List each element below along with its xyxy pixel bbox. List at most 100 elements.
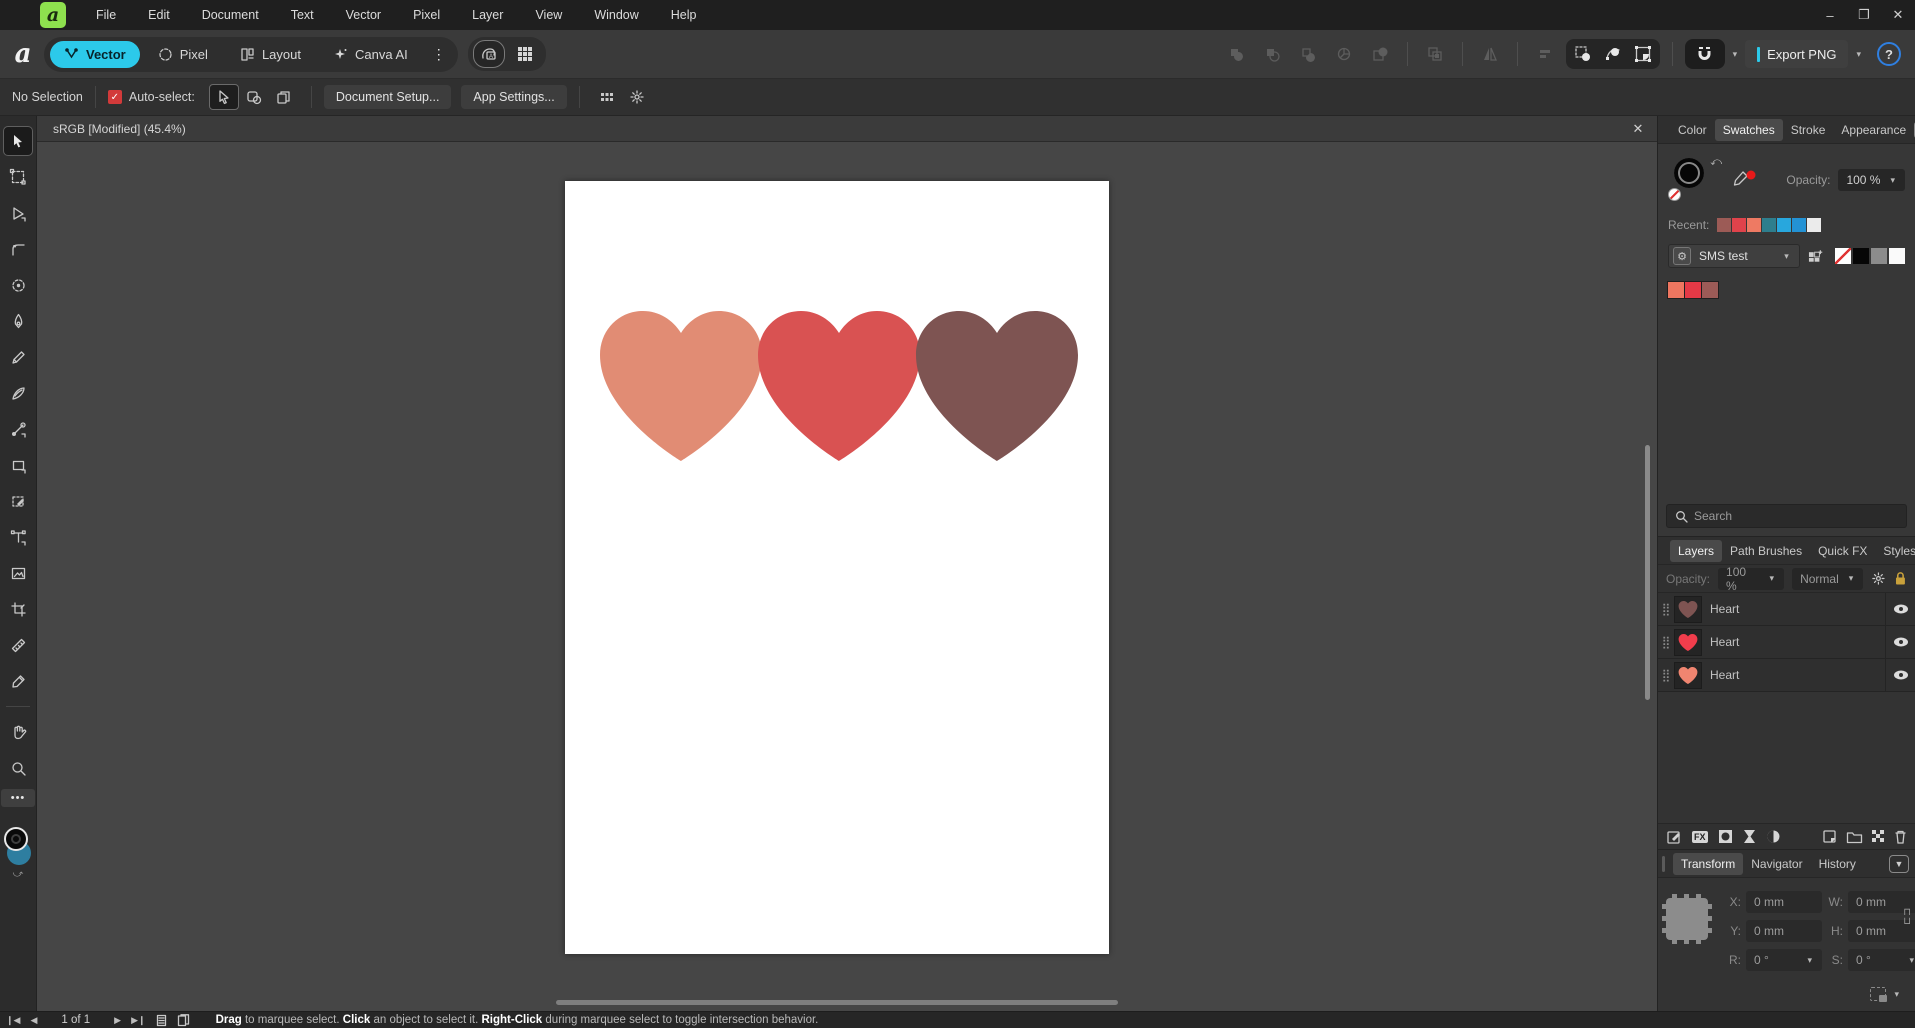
flip-icon[interactable] bbox=[1475, 41, 1505, 67]
stroke-color-well[interactable] bbox=[4, 827, 28, 851]
layer-visibility-toggle[interactable] bbox=[1885, 659, 1915, 691]
boolean-add-icon[interactable] bbox=[1221, 41, 1251, 67]
select-nodes-icon[interactable] bbox=[1598, 41, 1628, 67]
menu-document[interactable]: Document bbox=[186, 0, 275, 30]
pen-tool[interactable] bbox=[3, 306, 33, 336]
vertical-scrollbar[interactable] bbox=[1645, 445, 1650, 700]
tab-transform[interactable]: Transform bbox=[1673, 853, 1743, 875]
boolean-combine-icon[interactable] bbox=[1365, 41, 1395, 67]
recent-chip[interactable] bbox=[1762, 218, 1776, 232]
boolean-subtract-icon[interactable] bbox=[1257, 41, 1287, 67]
new-layer-icon[interactable] bbox=[1822, 829, 1838, 844]
menu-window[interactable]: Window bbox=[578, 0, 654, 30]
palette-swatch[interactable] bbox=[1685, 282, 1701, 298]
persona-vector[interactable]: Vector bbox=[50, 41, 140, 68]
node-tool[interactable] bbox=[3, 198, 33, 228]
lock-icon[interactable] bbox=[1894, 571, 1907, 586]
pages-view-icon[interactable] bbox=[156, 1014, 167, 1027]
tab-swatches[interactable]: Swatches bbox=[1715, 119, 1783, 141]
adjustment-icon[interactable] bbox=[1743, 829, 1756, 844]
palette-swatch[interactable] bbox=[1702, 282, 1718, 298]
anchor-selector[interactable] bbox=[1666, 898, 1708, 940]
recent-chip[interactable] bbox=[1792, 218, 1806, 232]
tab-navigator[interactable]: Navigator bbox=[1743, 853, 1810, 875]
snapping-options-chevron[interactable]: ▾ bbox=[1731, 49, 1740, 60]
tab-appearance[interactable]: Appearance bbox=[1833, 119, 1914, 141]
app-settings-button[interactable]: App Settings... bbox=[461, 85, 566, 109]
persona-canva-ai[interactable]: Canva AI bbox=[319, 41, 422, 68]
settings-gear-button[interactable] bbox=[622, 84, 652, 110]
layer-row[interactable]: ⣿ Heart bbox=[1658, 593, 1915, 626]
next-page-button[interactable]: ▶ bbox=[114, 1015, 121, 1026]
hand-tool[interactable] bbox=[3, 717, 33, 747]
corner-tool[interactable] bbox=[3, 234, 33, 264]
select-object-icon[interactable] bbox=[1568, 41, 1598, 67]
transform-origin-icon[interactable] bbox=[1870, 987, 1886, 1001]
menu-view[interactable]: View bbox=[519, 0, 578, 30]
recent-chip[interactable] bbox=[1807, 218, 1821, 232]
no-color-chip[interactable] bbox=[1668, 188, 1681, 201]
layer-drag-handle-icon[interactable]: ⣿ bbox=[1658, 602, 1674, 616]
grid-options-button[interactable] bbox=[592, 84, 622, 110]
y-field[interactable]: 0 mm bbox=[1746, 920, 1822, 942]
layer-opacity-dropdown[interactable]: 100 % ▾ bbox=[1718, 568, 1784, 590]
persona-pixel[interactable]: Pixel bbox=[144, 41, 222, 68]
link-dimensions-icon[interactable]: ⊓⊔ bbox=[1903, 908, 1911, 926]
recent-chip[interactable] bbox=[1747, 218, 1761, 232]
select-copy-button[interactable] bbox=[269, 84, 299, 110]
layer-thumbnail[interactable] bbox=[1674, 596, 1702, 623]
fx-icon[interactable]: FX bbox=[1692, 831, 1708, 843]
cursor-mode-button[interactable] bbox=[209, 84, 239, 110]
gray-swatch[interactable] bbox=[1871, 248, 1887, 264]
swatch-search-field[interactable]: Search bbox=[1666, 504, 1907, 528]
canvas-area[interactable]: sRGB [Modified] (45.4%) ✕ bbox=[37, 116, 1657, 1011]
menu-help[interactable]: Help bbox=[655, 0, 713, 30]
select-box-icon[interactable] bbox=[1628, 41, 1658, 67]
tab-stroke[interactable]: Stroke bbox=[1783, 119, 1834, 141]
rectangle-tool[interactable] bbox=[3, 450, 33, 480]
close-button[interactable]: ✕ bbox=[1881, 0, 1915, 30]
layer-thumbnail[interactable] bbox=[1674, 629, 1702, 656]
move-tool[interactable] bbox=[3, 126, 33, 156]
persona-layout[interactable]: Layout bbox=[226, 41, 315, 68]
swap-colors-icon[interactable]: ⤻ bbox=[13, 869, 24, 880]
restore-button[interactable]: ❐ bbox=[1847, 0, 1881, 30]
recent-chip[interactable] bbox=[1777, 218, 1791, 232]
color-picker-tool[interactable] bbox=[3, 666, 33, 696]
crop-tool[interactable] bbox=[3, 594, 33, 624]
shape-builder-tool[interactable] bbox=[3, 486, 33, 516]
tab-layers[interactable]: Layers bbox=[1670, 540, 1722, 562]
layer-drag-handle-icon[interactable]: ⣿ bbox=[1658, 635, 1674, 649]
horizontal-scrollbar[interactable] bbox=[556, 1000, 1118, 1005]
align-icon[interactable] bbox=[1530, 41, 1560, 67]
palette-gear-icon[interactable]: ⚙ bbox=[1673, 247, 1691, 265]
export-options-chevron[interactable]: ▾ bbox=[1854, 49, 1863, 60]
edit-all-layers-icon[interactable] bbox=[1666, 829, 1682, 845]
last-page-button[interactable]: ▶❙ bbox=[131, 1015, 145, 1026]
boolean-divide-icon[interactable] bbox=[1329, 41, 1359, 67]
mask-icon[interactable] bbox=[1718, 829, 1733, 844]
opacity-dropdown[interactable]: 100 % ▾ bbox=[1838, 169, 1905, 191]
chevron-down-icon[interactable]: ▾ bbox=[1892, 989, 1901, 1000]
panel-options-chevron[interactable]: ▼ bbox=[1889, 855, 1909, 873]
menu-vector[interactable]: Vector bbox=[330, 0, 397, 30]
layer-settings-gear-icon[interactable] bbox=[1871, 571, 1886, 586]
document-tab[interactable]: sRGB [Modified] (45.4%) bbox=[53, 122, 186, 136]
place-image-tool[interactable] bbox=[3, 558, 33, 588]
point-transform-tool[interactable] bbox=[3, 270, 33, 300]
add-swatch-icon[interactable] bbox=[1808, 249, 1823, 263]
tab-styles[interactable]: Styles bbox=[1875, 540, 1915, 562]
layer-thumbnail[interactable] bbox=[1674, 662, 1702, 689]
auto-select-checkbox[interactable]: ✓ bbox=[108, 90, 122, 104]
document-close-icon[interactable]: ✕ bbox=[1629, 121, 1647, 137]
shear-field[interactable]: 0 °▾ bbox=[1848, 949, 1915, 971]
layer-visibility-toggle[interactable] bbox=[1885, 626, 1915, 658]
zoom-tool[interactable] bbox=[3, 753, 33, 783]
document-page[interactable] bbox=[565, 181, 1109, 954]
minimize-button[interactable]: – bbox=[1813, 0, 1847, 30]
recent-chip[interactable] bbox=[1717, 218, 1731, 232]
layer-row[interactable]: ⣿ Heart bbox=[1658, 659, 1915, 692]
vector-brush-tool[interactable] bbox=[3, 378, 33, 408]
palette-swatch[interactable] bbox=[1668, 282, 1684, 298]
contour-tool-toggle[interactable]: A bbox=[473, 40, 505, 68]
